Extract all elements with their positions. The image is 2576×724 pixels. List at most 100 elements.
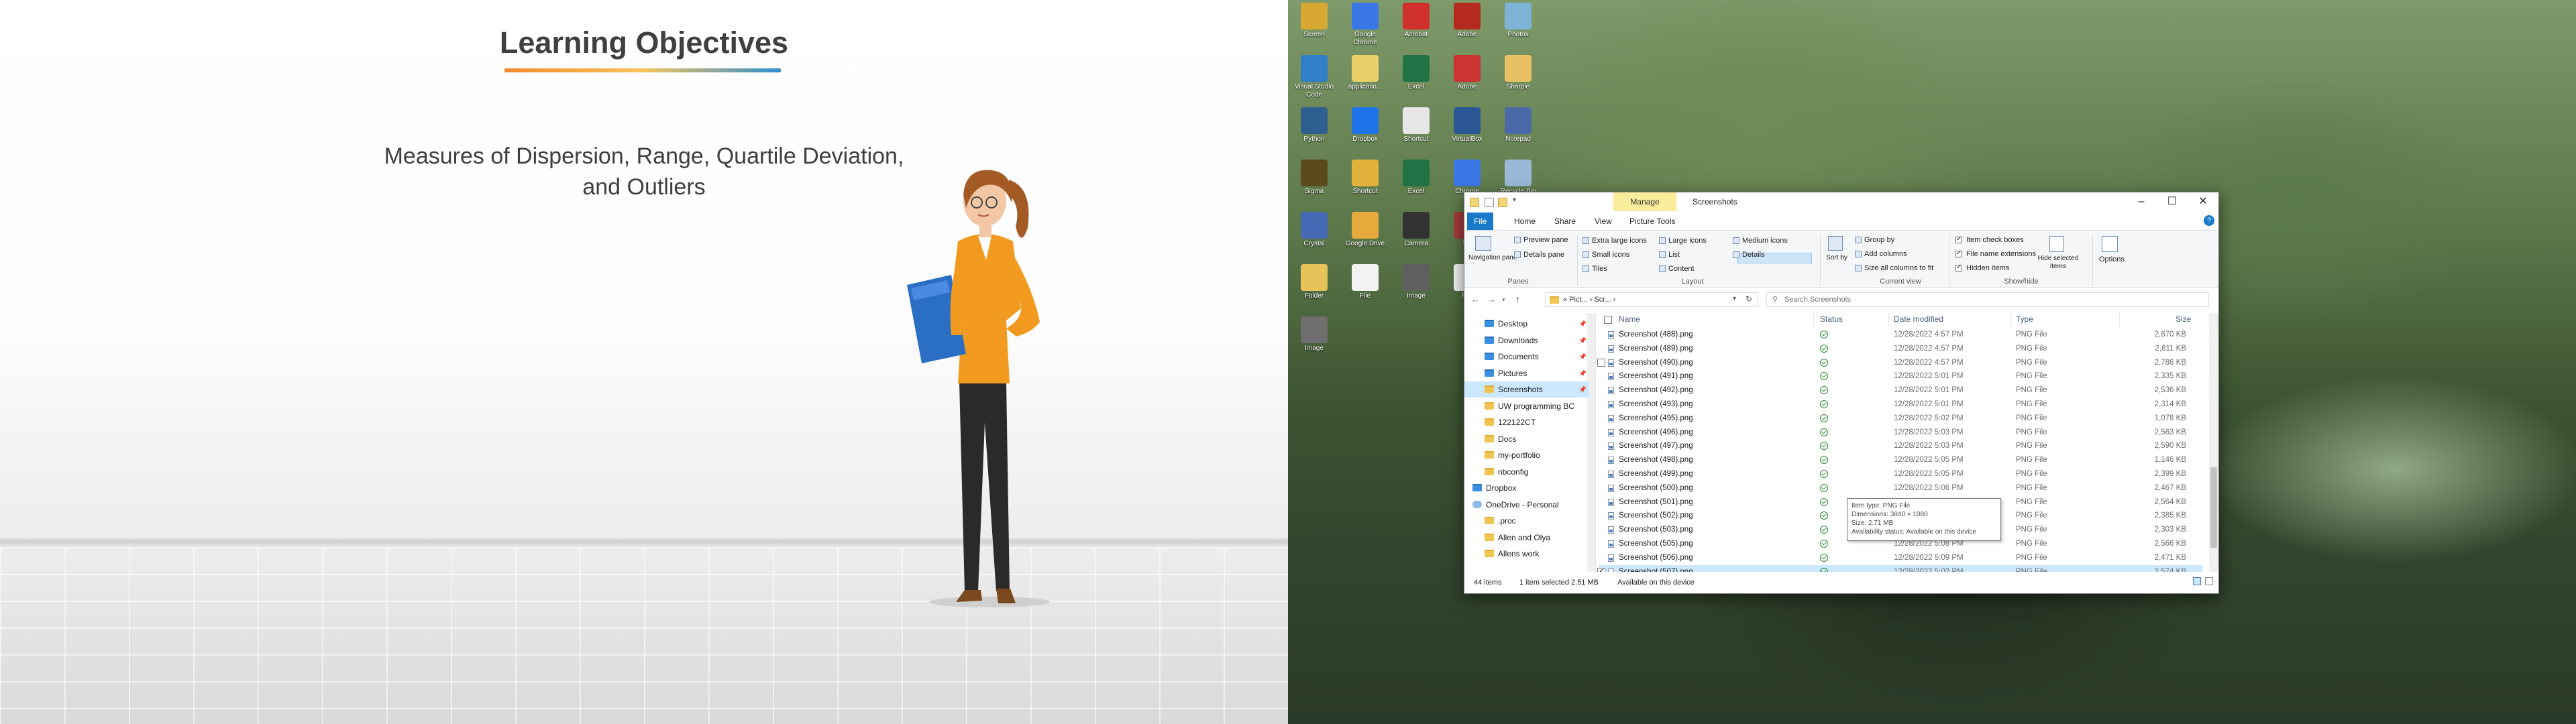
column-header-date[interactable]: Date modified: [1894, 314, 1943, 324]
nav-item[interactable]: Screenshots 📌: [1464, 381, 1589, 398]
new-folder-icon[interactable]: [1498, 198, 1507, 207]
tab-file[interactable]: File: [1467, 213, 1494, 230]
desktop-shortcut[interactable]: Sigma: [1292, 158, 1336, 212]
desktop-shortcut[interactable]: Crystal: [1292, 210, 1336, 264]
tab-share[interactable]: Share: [1548, 213, 1582, 230]
nav-item[interactable]: Dropbox: [1464, 480, 1589, 496]
desktop-shortcut[interactable]: Google Drive: [1343, 210, 1387, 264]
pin-icon[interactable]: 📌: [1579, 349, 1587, 365]
sort-by-button[interactable]: Sort by: [1825, 253, 1848, 263]
desktop-shortcut[interactable]: Excel: [1394, 54, 1438, 107]
tab-picture-tools[interactable]: Picture Tools: [1623, 213, 1682, 230]
file-row[interactable]: Screenshot (495).png 12/28/2022 5:02 PM PN…: [1599, 412, 2202, 426]
file-row[interactable]: Screenshot (490).png 12/28/2022 4:57 PM PN…: [1597, 356, 2202, 370]
layout-large-icons[interactable]: Large icons: [1668, 236, 1707, 245]
desktop-shortcut[interactable]: Shortcut: [1343, 158, 1387, 212]
close-icon[interactable]: ✕: [2188, 192, 2218, 211]
file-list-scrollbar[interactable]: [2209, 313, 2218, 572]
desktop-shortcut[interactable]: Visual Studio Code: [1292, 54, 1336, 107]
layout-content[interactable]: Content: [1668, 264, 1695, 274]
size-all-columns-button[interactable]: Size all columns to fit: [1864, 263, 1933, 273]
column-divider[interactable]: [1813, 313, 1814, 326]
file-row[interactable]: Screenshot (488).png 12/28/2022 4:57 PM PN…: [1599, 328, 2202, 342]
item-check-boxes-checkbox[interactable]: [1955, 235, 1962, 243]
back-arrow-icon[interactable]: ←: [1471, 294, 1480, 304]
select-all-checkbox[interactable]: [1604, 316, 1612, 324]
desktop-shortcut[interactable]: File: [1343, 263, 1387, 316]
layout-details[interactable]: Details: [1742, 250, 1765, 259]
desktop-shortcut[interactable]: Adobe: [1445, 1, 1489, 55]
nav-item[interactable]: .proc: [1464, 513, 1589, 529]
nav-item[interactable]: Allen and Olya: [1464, 530, 1589, 546]
file-row[interactable]: Screenshot (496).png 12/28/2022 5:03 PM PN…: [1599, 426, 2202, 440]
maximize-icon[interactable]: ☐: [2157, 192, 2188, 211]
file-row[interactable]: Screenshot (489).png 12/28/2022 4:57 PM PN…: [1599, 342, 2202, 356]
options-button[interactable]: Options: [2099, 255, 2125, 264]
desktop-shortcut[interactable]: Notepad: [1496, 106, 1540, 160]
pin-icon[interactable]: 📌: [1579, 381, 1587, 398]
nav-item[interactable]: UW programming BC: [1464, 398, 1589, 414]
desktop-shortcut[interactable]: Folder: [1292, 263, 1336, 316]
nav-item[interactable]: OneDrive - Personal: [1464, 497, 1589, 513]
properties-icon[interactable]: [1485, 198, 1494, 207]
up-arrow-icon[interactable]: ↑: [1515, 294, 1520, 304]
nav-item[interactable]: my-portfolio: [1464, 447, 1589, 463]
address-bar[interactable]: « Pict... › Scr... › ▾ ↻: [1545, 292, 1758, 307]
file-name-extensions-checkbox[interactable]: [1955, 249, 1962, 257]
column-divider[interactable]: [1888, 313, 1889, 326]
manage-context-tab[interactable]: Manage: [1613, 192, 1676, 211]
desktop-shortcut[interactable]: Photos: [1496, 1, 1540, 55]
address-dropdown-icon[interactable]: ▾: [1733, 295, 1736, 302]
column-header-size[interactable]: Size: [2176, 314, 2191, 324]
desktop-shortcut[interactable]: Image: [1394, 263, 1438, 316]
layout-small-icons[interactable]: Small icons: [1592, 250, 1629, 259]
group-by-button[interactable]: Group by: [1864, 235, 1894, 245]
nav-item[interactable]: Downloads 📌: [1464, 333, 1589, 349]
add-columns-button[interactable]: Add columns: [1864, 249, 1907, 259]
desktop-shortcut[interactable]: Dropbox: [1343, 106, 1387, 160]
desktop-shortcut[interactable]: Acrobat: [1394, 1, 1438, 55]
desktop-shortcut[interactable]: applicatio...: [1343, 54, 1387, 107]
desktop-shortcut[interactable]: VirtualBox: [1445, 106, 1489, 160]
recent-locations-chevron-icon[interactable]: ▾: [1502, 296, 1505, 304]
forward-arrow-icon[interactable]: →: [1487, 294, 1496, 304]
search-box[interactable]: ⚲ Search Screenshots: [1766, 292, 2209, 307]
hidden-items-checkbox[interactable]: [1955, 263, 1962, 272]
nav-item[interactable]: 122122CT: [1464, 414, 1589, 430]
layout-medium-icons[interactable]: Medium icons: [1742, 236, 1788, 245]
refresh-icon[interactable]: ↻: [1746, 294, 1752, 304]
desktop-shortcut[interactable]: Camera: [1394, 210, 1438, 264]
layout-extra-large-icons[interactable]: Extra large icons: [1592, 236, 1647, 245]
row-checkbox[interactable]: [1597, 358, 1605, 367]
nav-item[interactable]: Allens work: [1464, 546, 1589, 562]
tab-view[interactable]: View: [1588, 213, 1619, 230]
desktop-shortcut[interactable]: Python: [1292, 106, 1336, 160]
preview-pane-button[interactable]: Preview pane: [1523, 235, 1568, 245]
column-header-name[interactable]: Name: [1619, 314, 1640, 324]
column-header-type[interactable]: Type: [2016, 314, 2033, 324]
details-pane-button[interactable]: Details pane: [1523, 250, 1564, 259]
desktop-shortcut[interactable]: Shortcut: [1394, 106, 1438, 160]
desktop-shortcut[interactable]: Image: [1292, 315, 1336, 369]
pin-icon[interactable]: 📌: [1579, 365, 1587, 381]
pin-icon[interactable]: 📌: [1579, 316, 1587, 332]
help-icon[interactable]: ?: [2204, 215, 2214, 226]
desktop-shortcut[interactable]: Google Chrome: [1343, 1, 1387, 55]
desktop-shortcut[interactable]: Sharpie: [1496, 54, 1540, 107]
breadcrumb[interactable]: « Pict... › Scr... ›: [1563, 296, 1615, 304]
hide-selected-items-button[interactable]: Hide selected items: [2035, 255, 2082, 271]
file-row[interactable]: Screenshot (493).png 12/28/2022 5:01 PM PN…: [1599, 398, 2202, 412]
column-divider[interactable]: [2119, 313, 2120, 326]
file-row[interactable]: Screenshot (497).png 12/28/2022 5:03 PM PN…: [1599, 439, 2202, 453]
desktop-shortcut[interactable]: Excel: [1394, 158, 1438, 212]
pin-icon[interactable]: 📌: [1579, 333, 1587, 349]
layout-tiles[interactable]: Tiles: [1592, 264, 1607, 274]
column-header-status[interactable]: Status: [1820, 314, 1843, 324]
nav-item[interactable]: Documents 📌: [1464, 349, 1589, 365]
nav-item[interactable]: Pictures 📌: [1464, 365, 1589, 381]
desktop-shortcut[interactable]: Adobe: [1445, 54, 1489, 107]
nav-item[interactable]: nbconfig: [1464, 464, 1589, 480]
tab-home[interactable]: Home: [1507, 213, 1542, 230]
scrollbar-thumb[interactable]: [2210, 467, 2217, 548]
minimize-icon[interactable]: –: [2126, 192, 2157, 211]
